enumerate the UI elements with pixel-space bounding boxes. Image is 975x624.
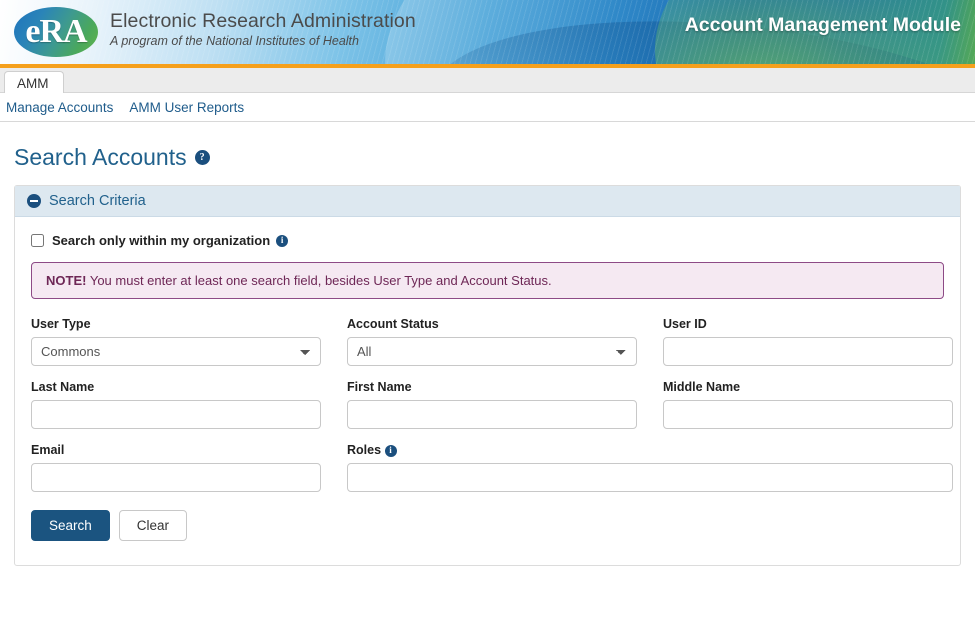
org-only-label[interactable]: Search only within my organization i — [52, 233, 289, 248]
org-only-checkbox-row: Search only within my organization i — [31, 233, 944, 248]
search-note-text: You must enter at least one search field… — [89, 273, 552, 288]
field-roles-label-text: Roles — [347, 443, 382, 457]
search-fields-grid: User Type Commons Account Status All Use… — [31, 317, 953, 506]
info-icon[interactable]: i — [276, 234, 289, 247]
field-user-id-label: User ID — [663, 317, 707, 331]
search-note-prefix: NOTE! — [46, 273, 87, 288]
field-user-id: User ID — [663, 317, 953, 366]
field-last-name-label: Last Name — [31, 380, 95, 394]
search-criteria-body: Search only within my organization i NOT… — [15, 217, 960, 565]
module-title: Account Management Module — [684, 14, 961, 36]
org-only-checkbox[interactable] — [31, 234, 44, 247]
page-title: Search Accounts ? — [14, 144, 961, 171]
search-note-banner: NOTE! You must enter at least one search… — [31, 262, 944, 299]
search-criteria-header-label: Search Criteria — [49, 193, 146, 209]
field-account-status: Account Status All — [347, 317, 637, 366]
subnav-item-amm-user-reports[interactable]: AMM User Reports — [129, 100, 244, 115]
search-criteria-panel: Search Criteria Search only within my or… — [14, 185, 961, 566]
field-middle-name: Middle Name — [663, 380, 953, 429]
field-account-status-label: Account Status — [347, 317, 439, 331]
form-actions: Search Clear — [31, 510, 944, 541]
era-logo[interactable]: eRA — [10, 4, 102, 60]
help-icon[interactable]: ? — [194, 150, 210, 165]
clear-button[interactable]: Clear — [118, 510, 188, 541]
field-email-label: Email — [31, 443, 65, 457]
field-first-name: First Name — [347, 380, 637, 429]
sub-navigation: Manage Accounts AMM User Reports — [0, 93, 975, 122]
field-roles-label: Roles i — [347, 443, 953, 457]
page-title-text: Search Accounts — [14, 144, 187, 170]
search-criteria-header[interactable]: Search Criteria — [15, 186, 960, 217]
user-id-input[interactable] — [663, 337, 953, 366]
field-middle-name-label: Middle Name — [663, 380, 741, 394]
org-only-label-text: Search only within my organization — [52, 233, 271, 248]
middle-name-input[interactable] — [663, 400, 953, 429]
site-banner: eRA Electronic Research Administration A… — [0, 0, 975, 64]
tab-amm[interactable]: AMM — [4, 71, 64, 93]
field-user-type-label: User Type — [31, 317, 91, 331]
last-name-input[interactable] — [31, 400, 321, 429]
email-input[interactable] — [31, 463, 321, 492]
user-type-select[interactable]: Commons — [31, 337, 321, 366]
roles-input[interactable] — [347, 463, 953, 492]
field-last-name: Last Name — [31, 380, 321, 429]
account-status-select[interactable]: All — [347, 337, 637, 366]
field-first-name-label: First Name — [347, 380, 412, 394]
subnav-item-manage-accounts[interactable]: Manage Accounts — [6, 100, 113, 115]
era-logo-text: eRA — [25, 13, 87, 50]
page-content: Search Accounts ? Search Criteria Search… — [0, 144, 975, 566]
brand-title: Electronic Research Administration — [110, 10, 416, 32]
brand-block: Electronic Research Administration A pro… — [110, 9, 416, 49]
tab-strip: AMM — [0, 68, 975, 93]
field-email: Email — [31, 443, 321, 492]
field-roles: Roles i — [347, 443, 953, 492]
field-user-type: User Type Commons — [31, 317, 321, 366]
brand-subtitle: A program of the National Institutes of … — [110, 34, 359, 48]
info-icon[interactable]: i — [384, 444, 397, 457]
search-button[interactable]: Search — [31, 510, 110, 541]
first-name-input[interactable] — [347, 400, 637, 429]
minus-circle-icon[interactable] — [27, 194, 41, 208]
